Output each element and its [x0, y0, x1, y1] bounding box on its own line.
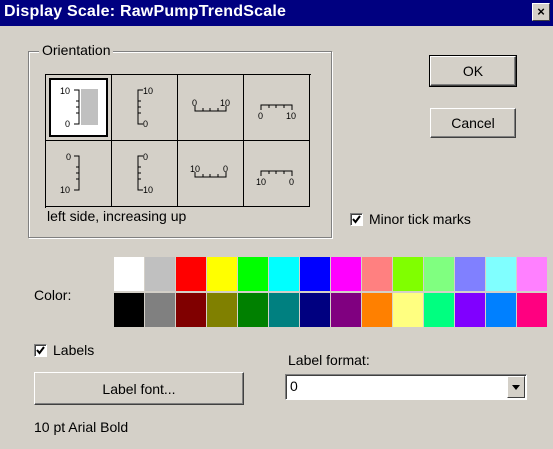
close-button[interactable]: ×: [532, 3, 550, 21]
color-swatch[interactable]: [207, 293, 237, 327]
color-swatch[interactable]: [424, 257, 454, 291]
orientation-option-top-right[interactable]: 0 10: [244, 75, 310, 141]
checkbox-box[interactable]: [34, 343, 47, 357]
minor-tick-marks-label: Minor tick marks: [369, 211, 471, 227]
color-swatch[interactable]: [145, 293, 175, 327]
tick-label: 0: [289, 177, 294, 187]
orientation-option-right-down[interactable]: 0 10: [112, 141, 178, 207]
orientation-option-right-up[interactable]: 10 0: [112, 75, 178, 141]
color-swatch[interactable]: [393, 293, 423, 327]
color-palette: [114, 257, 547, 327]
color-swatch[interactable]: [455, 257, 485, 291]
scale-top-increasing-left-icon: 10 0: [256, 170, 294, 187]
label-format-combobox[interactable]: 0: [285, 374, 527, 400]
color-swatch[interactable]: [331, 257, 361, 291]
tick-label: 0: [258, 111, 263, 121]
window-title: Display Scale: RawPumpTrendScale: [4, 3, 287, 20]
color-swatch[interactable]: [269, 293, 299, 327]
scale-top-increasing-right-icon: 0 10: [258, 104, 296, 121]
color-swatch[interactable]: [486, 293, 516, 327]
tick-label: 10: [60, 86, 70, 96]
tick-label: 10: [143, 86, 153, 96]
tick-label: 10: [256, 177, 266, 187]
label-format-value: 0: [290, 378, 298, 394]
scale-bottom-increasing-right-icon: 0 10: [192, 98, 230, 112]
color-swatch[interactable]: [486, 257, 516, 291]
color-swatch[interactable]: [517, 257, 547, 291]
orientation-group-label: Orientation: [39, 42, 114, 58]
scale-right-increasing-down-icon: 0 10: [137, 152, 153, 195]
orientation-option-top-left[interactable]: 10 0: [244, 141, 310, 207]
color-swatch[interactable]: [455, 293, 485, 327]
label-font-button[interactable]: Label font...: [34, 372, 244, 405]
orientation-description: left side, increasing up: [47, 208, 187, 224]
color-swatch[interactable]: [362, 293, 392, 327]
labels-checkbox[interactable]: Labels: [34, 342, 94, 358]
orientation-option-left-down[interactable]: 0 10: [46, 141, 112, 207]
tick-label: 10: [60, 185, 70, 195]
label-format-label: Label format:: [288, 352, 370, 368]
scale-left-increasing-up-icon: 10 0: [49, 78, 108, 137]
title-bar[interactable]: Display Scale: RawPumpTrendScale ×: [0, 0, 553, 26]
close-icon: ×: [537, 4, 545, 19]
color-swatch[interactable]: [393, 257, 423, 291]
labels-label: Labels: [53, 342, 95, 358]
tick-label: 10: [143, 185, 153, 195]
tick-label: 10: [190, 164, 200, 174]
cancel-button[interactable]: Cancel: [430, 108, 516, 138]
tick-label: 0: [143, 119, 148, 129]
scale-left-increasing-down-icon: 0 10: [60, 152, 80, 195]
tick-label: 10: [286, 111, 296, 121]
orientation-option-bottom-left[interactable]: 10 0: [178, 141, 244, 207]
color-label: Color:: [34, 287, 72, 303]
color-swatch[interactable]: [362, 257, 392, 291]
color-swatch[interactable]: [176, 293, 206, 327]
scale-right-increasing-up-icon: 10 0: [137, 86, 153, 129]
checkbox-box[interactable]: [350, 212, 363, 226]
tick-label: 0: [66, 152, 71, 162]
orientation-grid: 10 0 10 0 0 10 0 10 0 10 0 10 10 0 10 0: [45, 74, 311, 208]
color-swatch[interactable]: [114, 257, 144, 291]
color-swatch[interactable]: [145, 257, 175, 291]
orientation-option-left-up[interactable]: 10 0: [46, 75, 112, 141]
orientation-option-bottom-right[interactable]: 0 10: [178, 75, 244, 141]
tick-label: 0: [223, 164, 228, 174]
color-swatch[interactable]: [300, 257, 330, 291]
minor-tick-marks-checkbox[interactable]: Minor tick marks: [350, 211, 471, 227]
ok-button[interactable]: OK: [429, 55, 517, 87]
font-description: 10 pt Arial Bold: [34, 419, 129, 435]
color-swatch[interactable]: [176, 257, 206, 291]
color-swatch[interactable]: [207, 257, 237, 291]
scale-bottom-increasing-left-icon: 10 0: [190, 164, 228, 178]
color-swatch[interactable]: [424, 293, 454, 327]
check-icon: [352, 214, 361, 224]
tick-label: 0: [143, 152, 148, 162]
color-swatch[interactable]: [331, 293, 361, 327]
color-swatch[interactable]: [269, 257, 299, 291]
chevron-down-icon: [512, 385, 520, 390]
color-swatch[interactable]: [517, 293, 547, 327]
color-swatch[interactable]: [300, 293, 330, 327]
tick-label: 0: [192, 98, 197, 108]
check-icon: [36, 345, 45, 355]
color-swatch[interactable]: [238, 257, 268, 291]
display-scale-dialog: Display Scale: RawPumpTrendScale × Orien…: [0, 0, 553, 449]
color-swatch[interactable]: [114, 293, 144, 327]
color-swatch[interactable]: [238, 293, 268, 327]
dropdown-button[interactable]: [507, 376, 525, 398]
tick-label: 0: [65, 119, 70, 129]
tick-label: 10: [220, 98, 230, 108]
